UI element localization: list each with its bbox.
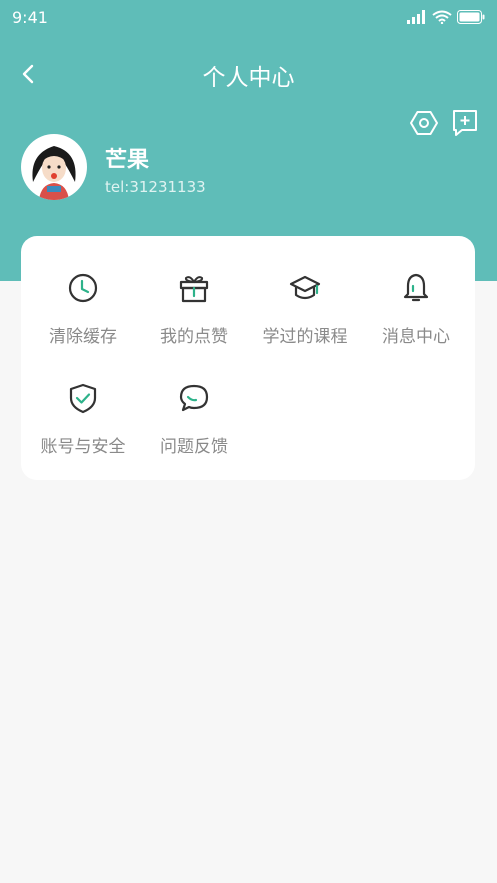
user-phone: tel:31231133 xyxy=(105,178,206,196)
bell-icon xyxy=(403,273,429,302)
chat-bubble-icon xyxy=(179,384,209,412)
menu-item-label: 清除缓存 xyxy=(49,327,117,347)
menu-card: 清除缓存 我的点赞 学过的课程 消息中心 账号与安全 问题反馈 xyxy=(21,236,475,480)
menu-item-feedback[interactable]: 问题反馈 xyxy=(138,382,250,482)
status-time: 9:41 xyxy=(12,8,48,27)
settings-hexagon-icon[interactable] xyxy=(409,108,439,138)
menu-item-courses[interactable]: 学过的课程 xyxy=(249,272,361,372)
signal-icon xyxy=(407,10,425,24)
avatar-illustration xyxy=(24,137,84,200)
menu-item-label: 问题反馈 xyxy=(160,437,228,457)
menu-item-my-likes[interactable]: 我的点赞 xyxy=(138,272,250,372)
menu-item-account-security[interactable]: 账号与安全 xyxy=(27,382,139,482)
status-bar: 9:41 xyxy=(0,0,497,36)
user-name: 芒果 xyxy=(105,148,150,173)
menu-item-label: 账号与安全 xyxy=(40,437,126,457)
menu-item-messages[interactable]: 消息中心 xyxy=(360,272,472,372)
gift-icon xyxy=(179,276,209,303)
menu-item-label: 学过的课程 xyxy=(262,327,348,347)
wifi-icon xyxy=(432,10,452,24)
menu-item-label: 消息中心 xyxy=(382,327,450,347)
shield-check-icon xyxy=(69,383,97,414)
clock-icon xyxy=(68,273,98,303)
page-title: 个人中心 xyxy=(202,65,295,91)
battery-icon xyxy=(457,10,485,24)
menu-item-label: 我的点赞 xyxy=(160,327,228,347)
avatar[interactable] xyxy=(21,134,87,200)
graduation-cap-icon xyxy=(289,275,321,300)
menu-item-clear-cache[interactable]: 清除缓存 xyxy=(27,272,139,372)
status-icons xyxy=(407,10,487,26)
feedback-add-icon[interactable] xyxy=(450,108,480,138)
